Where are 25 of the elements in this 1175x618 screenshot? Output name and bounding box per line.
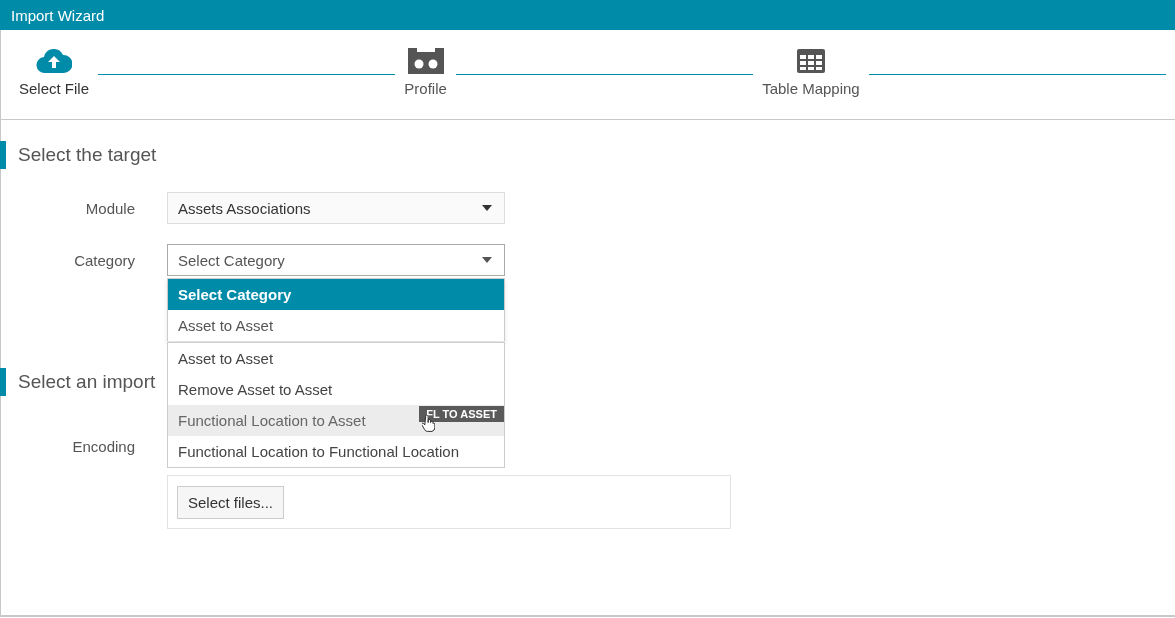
category-dropdown[interactable]: Select Category	[167, 244, 505, 276]
step-label[interactable]: Profile	[404, 80, 447, 97]
section-accent-bar	[0, 368, 6, 396]
cloud-upload-icon[interactable]	[36, 47, 72, 75]
dropdown-option[interactable]: Asset to Asset	[178, 350, 274, 367]
step-label[interactable]: Select File	[19, 80, 90, 97]
step-label[interactable]: Table Mapping	[762, 80, 860, 97]
cassette-icon[interactable]	[406, 47, 445, 75]
table-icon[interactable]	[795, 47, 826, 75]
encoding-label: Encoding	[71, 438, 135, 455]
category-label: Category	[73, 251, 135, 269]
dropdown-option[interactable]: Asset to Asset	[168, 310, 504, 341]
dropdown-option[interactable]: Functional Location to Functional Location	[178, 443, 459, 460]
section-title: Select an import	[18, 371, 156, 393]
caret-icon	[482, 257, 492, 263]
dropdown-option[interactable]: Select Category	[168, 279, 504, 310]
section-accent-bar	[0, 141, 6, 169]
caret-icon	[482, 205, 492, 211]
section-title: Select the target	[18, 144, 157, 166]
window-title: Import Wizard	[11, 6, 105, 24]
dropdown-option[interactable]: Remove Asset to Asset	[178, 381, 333, 398]
module-label: Module	[84, 199, 135, 217]
module-dropdown[interactable]: Assets Associations	[167, 192, 505, 224]
dropdown-option[interactable]: Functional Location to Asset	[178, 412, 366, 429]
select-files-button[interactable]: Select files...	[177, 485, 285, 519]
